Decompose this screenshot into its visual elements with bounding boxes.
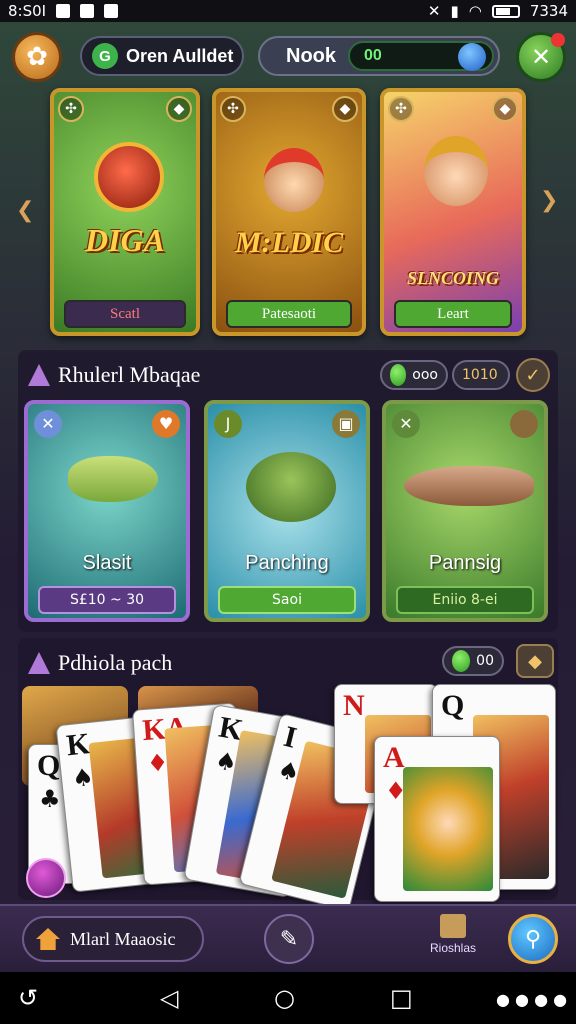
- card-title: SLNCOING: [406, 268, 499, 288]
- featured-card-1[interactable]: ✣ ◆ DIGA Scatl: [50, 88, 200, 336]
- settings-button[interactable]: ✿: [12, 32, 62, 82]
- triangle-icon: [28, 364, 50, 386]
- game-lobby-screen: 8:S0I ✕ ▮ ◠ 7334 ✿ G Oren Aulldet Nook 0…: [0, 0, 576, 1024]
- user-icon: G: [92, 43, 118, 69]
- coin-counter: 00: [348, 41, 494, 71]
- card-button[interactable]: Leart: [394, 300, 512, 328]
- user-profile-pill[interactable]: G Oren Aulldet: [80, 36, 244, 76]
- section-pill-3[interactable]: 00: [442, 646, 504, 676]
- notification-badge: [551, 33, 565, 47]
- card-button[interactable]: Scatl: [64, 300, 186, 328]
- top-bar: ✿ G Oren Aulldet Nook 00 ✕: [0, 28, 576, 84]
- assistant-icon[interactable]: ↺: [18, 984, 38, 1012]
- nook-balance-pill[interactable]: Nook 00: [258, 36, 500, 76]
- cross-icon: ✕: [34, 410, 62, 438]
- edit-button[interactable]: ✎: [264, 914, 314, 964]
- signal-icon: ▮: [450, 2, 459, 20]
- mute-icon: ✕: [427, 2, 441, 20]
- battery-icon: [491, 4, 520, 18]
- home-button[interactable]: Mlarl Maaosic: [22, 916, 204, 962]
- section-pill-1[interactable]: ooo: [380, 360, 448, 390]
- star-icon: ◆: [166, 96, 192, 122]
- star-icon: ◆: [492, 96, 518, 122]
- home-icon: [36, 928, 60, 950]
- star-icon: ◆: [332, 96, 358, 122]
- shuffle-icon: J: [214, 410, 242, 438]
- section-title: Pdhiola pach: [28, 650, 172, 676]
- diamond-icon[interactable]: ◆: [516, 644, 554, 678]
- coin-value: 00: [364, 47, 382, 64]
- fish-art: [246, 452, 336, 522]
- notification-icon: [104, 4, 119, 18]
- circle-icon: [510, 410, 538, 438]
- left-arrow-icon[interactable]: ❮: [16, 198, 34, 223]
- card-title: DIGA: [84, 222, 165, 258]
- flag-icon: [28, 652, 50, 674]
- user-label: Oren Aulldet: [126, 45, 234, 66]
- heart-icon: ♥: [152, 410, 180, 438]
- playing-card[interactable]: A ♦: [374, 736, 500, 902]
- featured-card-2[interactable]: ✣ ◆ M:LDIC Patesaoti: [212, 88, 366, 336]
- search-button[interactable]: ⚲: [508, 914, 558, 964]
- status-right-text: 7334: [529, 2, 568, 20]
- green-orb-icon: [390, 364, 407, 386]
- rankings-icon: [440, 914, 466, 938]
- shuffle-icon: ✣: [388, 96, 414, 122]
- fish-card-1[interactable]: ✕ ♥ Slasit S£10 ~ 30: [24, 400, 190, 622]
- magic-orb-icon[interactable]: [26, 858, 66, 898]
- nook-label: Nook: [286, 44, 336, 67]
- system-nav-bar: ↺ ◁ ○ □ ● ● ● ●: [0, 972, 576, 1024]
- cross-icon: ✕: [392, 410, 420, 438]
- card-face-art: [403, 767, 493, 891]
- wifi-icon: ◠: [468, 2, 482, 20]
- character-art: [264, 148, 324, 212]
- search-icon: ⚲: [524, 926, 542, 952]
- shuffle-icon: ✣: [220, 96, 246, 122]
- bottom-bar: Mlarl Maaosic ✎ Rioshlas ⚲: [0, 904, 576, 970]
- card-title: M:LDIC: [234, 226, 344, 259]
- status-bar: 8:S0I ✕ ▮ ◠ 7334: [0, 0, 576, 22]
- card-button[interactable]: Patesaoti: [226, 300, 352, 328]
- green-orb-icon: [452, 650, 471, 672]
- pen-icon: ✎: [279, 926, 299, 952]
- fish-button[interactable]: Eniio 8-ei: [396, 586, 534, 614]
- rankings-button[interactable]: Rioshlas: [428, 914, 478, 968]
- fish-card-2[interactable]: J ▣ Panching Saoi: [204, 400, 370, 622]
- fish-button[interactable]: Saoi: [218, 586, 356, 614]
- fish-card-3[interactable]: ✕ Pannsig Eniio 8-ei: [382, 400, 548, 622]
- check-icon[interactable]: ✓: [516, 358, 550, 392]
- fish-label: Slasit: [82, 552, 132, 574]
- fish-art: [404, 466, 534, 506]
- right-arrow-icon[interactable]: ❯: [540, 188, 558, 213]
- gear-icon: ✿: [26, 42, 48, 72]
- fish-art: [68, 456, 158, 502]
- back-icon[interactable]: ◁: [160, 984, 178, 1012]
- notification-icon: [56, 4, 71, 18]
- featured-card-3[interactable]: ✣ ◆ SLNCOING Leart: [380, 88, 526, 336]
- close-icon: ✕: [530, 43, 552, 71]
- more-icon[interactable]: ● ● ● ●: [496, 990, 567, 1009]
- trophy-art: [94, 142, 164, 212]
- shuffle-icon: ✣: [58, 96, 84, 122]
- princess-art: [424, 136, 488, 206]
- status-time: 8:S0I: [8, 2, 47, 20]
- fish-label: Panching: [245, 552, 329, 574]
- section-title: Rhulerl Mbaqae: [28, 362, 200, 388]
- gem-icon[interactable]: [458, 43, 486, 71]
- fish-button[interactable]: S£10 ~ 30: [38, 586, 176, 614]
- notification-icon: [80, 4, 95, 18]
- home-circle-icon[interactable]: ○: [274, 984, 295, 1012]
- section-pill-2[interactable]: 1010: [452, 360, 510, 390]
- lock-icon: ▣: [332, 410, 360, 438]
- fish-label: Pannsig: [428, 552, 502, 574]
- close-button[interactable]: ✕: [516, 32, 566, 82]
- recents-icon[interactable]: □: [390, 984, 413, 1012]
